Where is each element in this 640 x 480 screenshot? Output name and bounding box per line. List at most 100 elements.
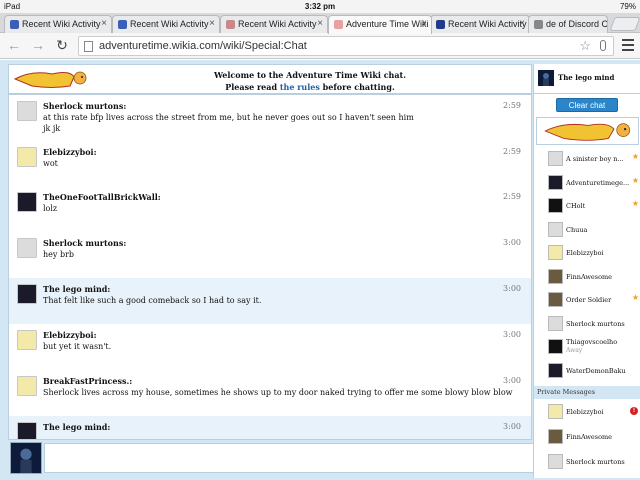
user-list-item[interactable]: CHolt ★ (534, 195, 640, 218)
browser-tab[interactable]: de of Discord Ch (528, 15, 608, 33)
user-avatar (548, 174, 563, 190)
message-time: 3:00 (503, 330, 521, 339)
message-username[interactable]: BreakFastPrincess.: (43, 376, 132, 386)
message-text: wot (43, 159, 58, 168)
url-text: adventuretime.wikia.com/wiki/Special:Cha… (99, 40, 307, 52)
message-text: That felt like such a good comeback so I… (43, 296, 262, 305)
user-avatar (548, 245, 563, 260)
clear-chat-button[interactable]: Clear chat (556, 98, 618, 112)
user-avatar (548, 362, 563, 378)
user-list-item[interactable]: A sinister boy n... ★ (534, 148, 640, 171)
browser-tab[interactable]: Recent Wiki Activity × (430, 15, 530, 33)
message-text: but yet it wasn't. (43, 342, 112, 351)
message-username[interactable]: Elebizzyboi: (43, 147, 97, 157)
tab-favicon-icon (436, 20, 445, 29)
user-list-item[interactable]: Thiagovscoelho Away (534, 336, 640, 359)
compose-area (8, 440, 534, 478)
staff-star-icon: ★ (631, 152, 639, 161)
welcome-line: Welcome to the Adventure Time Wiki chat. (213, 70, 407, 80)
user-list-item[interactable]: Order Soldier ★ (534, 289, 640, 312)
user-name: FinnAwesome (566, 272, 613, 281)
status-time: 3:32 pm (304, 2, 336, 11)
browser-tab[interactable]: Recent Wiki Activity × (220, 15, 328, 33)
forward-icon[interactable]: → (30, 37, 46, 53)
user-avatar[interactable] (17, 284, 37, 304)
back-icon[interactable]: ← (6, 37, 22, 53)
user-list-item[interactable]: Sherlock murtons (534, 313, 640, 336)
rules-suffix: before chatting. (319, 82, 395, 92)
user-avatar[interactable] (17, 238, 37, 258)
message-input[interactable] (44, 443, 534, 473)
staff-star-icon: ★ (631, 199, 639, 208)
user-avatar[interactable] (17, 147, 37, 167)
tab-close-icon[interactable]: × (209, 18, 215, 29)
message-username[interactable]: Elebizzyboi: (43, 330, 97, 340)
user-name: Elebizzyboi (566, 408, 604, 416)
tab-close-icon[interactable]: × (519, 18, 525, 29)
current-user-name: The lego mind (558, 73, 615, 82)
user-avatar (548, 268, 563, 284)
chat-message: Elebizzyboi: 2:59 wot (9, 141, 531, 186)
browser-tab[interactable]: Adventure Time Wiki × (328, 15, 432, 34)
user-list-item[interactable]: Elebizzyboi (534, 242, 640, 265)
tab-close-icon[interactable]: × (101, 18, 107, 29)
tab-favicon-icon (10, 20, 19, 29)
message-username[interactable]: Sherlock murtons: (43, 238, 126, 248)
chat-message: Sherlock murtons: 3:00 hey brb (9, 232, 531, 278)
user-name: A sinister boy n... (566, 155, 624, 163)
user-name: Thiagovscoelho (566, 338, 618, 346)
chat-message: TheOneFootTallBrickWall: 2:59 lolz (9, 186, 531, 232)
reload-icon[interactable]: ↻ (54, 37, 70, 54)
user-avatar[interactable] (17, 376, 37, 396)
url-input[interactable]: adventuretime.wikia.com/wiki/Special:Cha… (78, 36, 614, 56)
message-time: 3:00 (503, 238, 521, 247)
message-username[interactable]: The lego mind: (43, 422, 110, 432)
new-tab-button[interactable] (609, 17, 640, 31)
user-list-item[interactable]: Adventuretimege... ★ (534, 172, 640, 195)
user-name: Sherlock murtons (566, 319, 625, 328)
chat-messages[interactable]: Sherlock murtons: 2:59 at this rate bfp li… (8, 94, 532, 440)
tab-label: Recent Wiki Activity (238, 19, 317, 29)
browser-tab[interactable]: Recent Wiki Activity × (112, 15, 220, 33)
private-message-item[interactable]: FinnAwesome (534, 426, 640, 449)
user-avatar (548, 315, 563, 331)
user-avatar[interactable] (17, 330, 37, 350)
tab-label: de of Discord Ch (546, 19, 608, 29)
user-avatar[interactable] (17, 422, 37, 439)
user-avatar (548, 151, 563, 166)
user-avatar[interactable] (17, 101, 37, 121)
user-list-item[interactable]: WaterDemonBaku (534, 360, 640, 383)
message-username[interactable]: The lego mind: (43, 284, 110, 294)
wiki-logo[interactable] (536, 117, 639, 145)
private-message-item[interactable]: Elebizzyboi! (534, 401, 640, 424)
private-message-item[interactable]: Sherlock murtons (534, 451, 640, 474)
rules-link[interactable]: the rules (280, 82, 320, 92)
tab-favicon-icon (334, 20, 343, 29)
chat-message: The lego mind: 3:00 That felt like such a … (9, 278, 531, 324)
user-list-item[interactable]: Chuua (534, 219, 640, 242)
my-avatar (10, 442, 42, 474)
chat-message: Sherlock murtons: 2:59 at this rate bfp li… (9, 95, 531, 141)
browser-tab[interactable]: Recent Wiki Activity × (4, 15, 112, 33)
adventure-time-logo (12, 68, 90, 91)
user-name: CHolt (566, 202, 586, 210)
message-text: hey brb (43, 250, 75, 259)
message-text: at this rate bfp lives across the street… (43, 113, 414, 122)
chat-page: Welcome to the Adventure Time Wiki chat.… (0, 60, 640, 480)
user-avatar (548, 198, 563, 213)
message-username[interactable]: Sherlock murtons: (43, 101, 126, 111)
bookmark-star-icon[interactable]: ☆ (579, 38, 591, 54)
menu-icon[interactable] (622, 39, 634, 54)
user-avatar (548, 339, 563, 354)
tab-close-icon[interactable]: × (421, 18, 427, 29)
tab-favicon-icon (118, 20, 127, 29)
user-list-item[interactable]: FinnAwesome (534, 266, 640, 289)
message-username[interactable]: TheOneFootTallBrickWall: (43, 192, 161, 202)
user-avatar[interactable] (17, 192, 37, 212)
chat-message: BreakFastPrincess.: 3:00 Sherlock lives ac… (9, 370, 531, 416)
user-name: Adventuretimege... (566, 178, 630, 187)
tab-close-icon[interactable]: × (317, 18, 323, 29)
tab-label: Adventure Time Wiki (346, 19, 429, 29)
mic-icon[interactable] (600, 40, 606, 51)
tab-label: Recent Wiki Activity (130, 19, 209, 29)
